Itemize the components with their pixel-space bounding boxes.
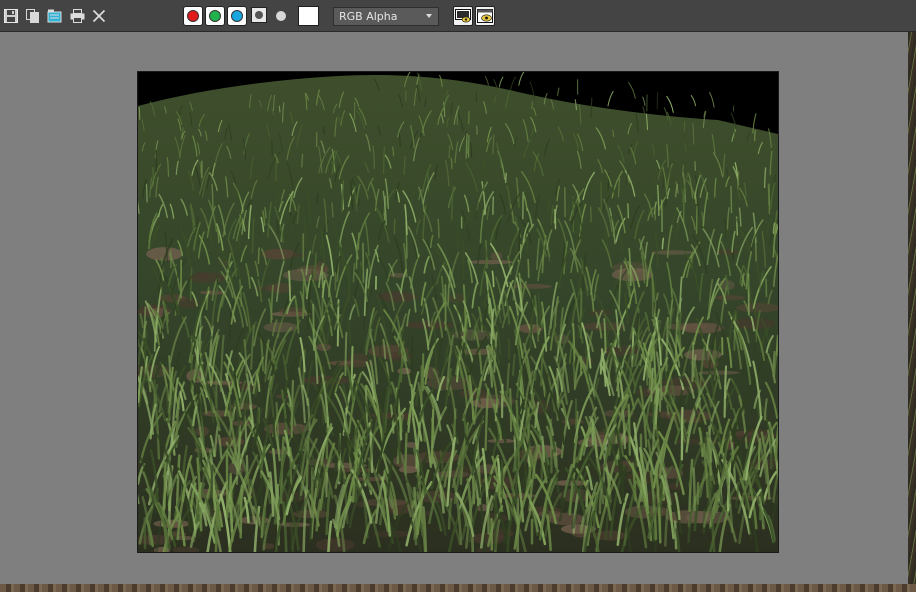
view-options-icon [477, 9, 493, 23]
monochrome-button[interactable] [251, 7, 267, 23]
viewport-background-edge [908, 32, 916, 592]
rendered-frame-window: RGB Alpha [0, 0, 916, 584]
clear-icon [47, 9, 62, 23]
save-icon [4, 9, 18, 23]
channel-display-select[interactable]: RGB Alpha [333, 7, 439, 26]
green-channel-icon [209, 10, 221, 22]
alpha-channel-icon[interactable] [276, 11, 286, 21]
toggle-ui-overlay-button[interactable] [453, 6, 473, 26]
color-swatch[interactable] [298, 6, 319, 26]
print-button[interactable] [69, 8, 85, 24]
channel-display-value: RGB Alpha [339, 10, 398, 23]
view-options-button[interactable] [475, 6, 495, 26]
close-icon [92, 9, 106, 23]
frame-toolbar: RGB Alpha [0, 0, 916, 32]
viewport-background-bottom [0, 584, 916, 592]
chevron-down-icon [426, 14, 432, 18]
blue-channel-icon [231, 10, 243, 22]
red-channel-icon [187, 10, 199, 22]
close-button[interactable] [91, 8, 107, 24]
rendered-image [137, 71, 779, 553]
red-channel-button[interactable] [183, 6, 203, 26]
clone-icon [26, 9, 39, 23]
save-button[interactable] [3, 8, 19, 24]
print-icon [70, 9, 84, 23]
display-toggle-icon [455, 9, 471, 23]
blue-channel-button[interactable] [227, 6, 247, 26]
green-channel-button[interactable] [205, 6, 225, 26]
clone-button[interactable] [25, 8, 41, 24]
grass-render-image [138, 72, 778, 552]
clear-button[interactable] [47, 8, 63, 24]
monochrome-icon [255, 11, 263, 19]
